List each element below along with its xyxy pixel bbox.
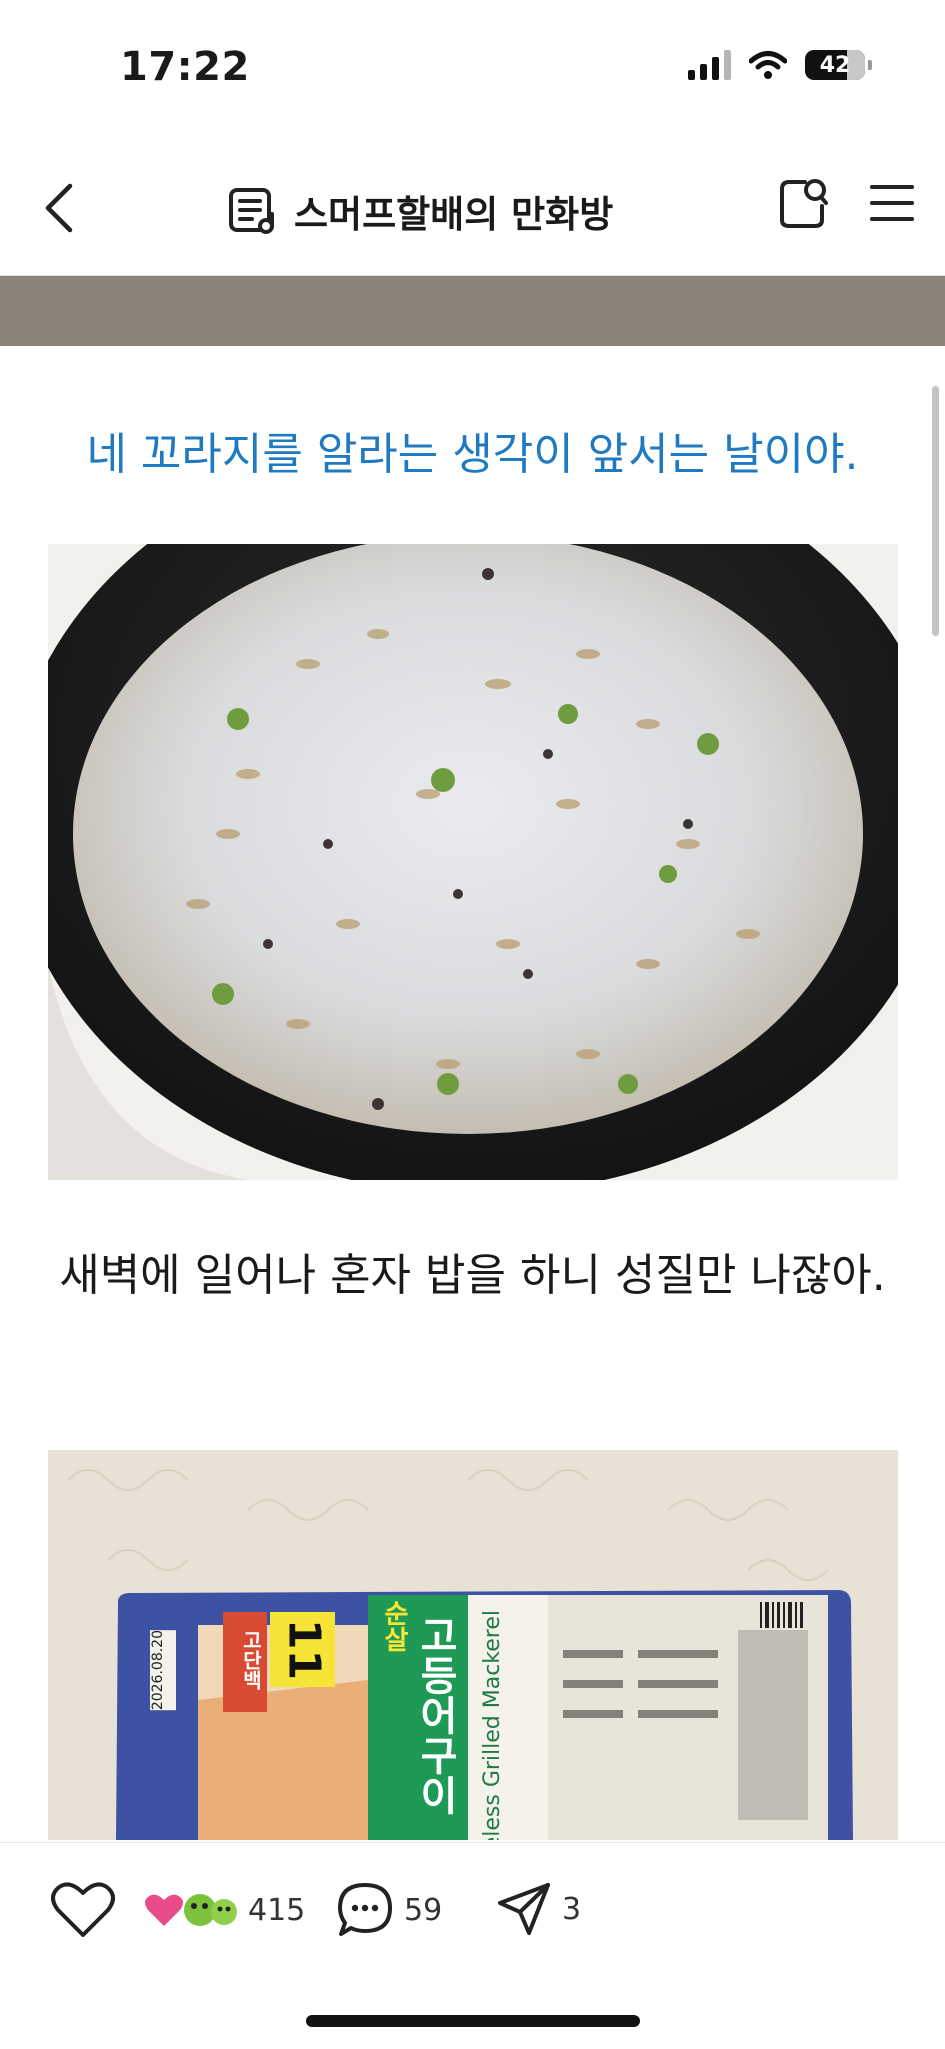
status-icons: 42 [688,50,872,80]
package-english-name: Boneless Grilled Mackerel [480,1610,505,1840]
top-nav-bar: 스머프할배의 만화방 [0,150,945,276]
package-badge-text: 고단백 [239,1630,263,1690]
rice-cooker-illustration [48,544,898,1180]
rice-cooker-photo[interactable] [48,544,898,1180]
like-count: 415 [248,1892,306,1928]
post-text-black: 새벽에 일어나 혼자 밥을 하니 성질만 나잖아. [59,1250,886,1301]
previous-image-strip [0,276,945,346]
reaction-stickers-icon [145,1894,237,1926]
share-count: 3 [562,1891,582,1927]
share-action[interactable]: 3 [496,1881,581,1937]
bottom-action-bar: 415 59 3 [0,1842,945,2049]
search-post-icon[interactable] [777,176,829,230]
blog-title-label: 스머프할배의 만화방 [294,193,614,236]
nav-actions [777,176,915,230]
comment-action[interactable]: 59 [336,1881,442,1939]
share-send-icon[interactable] [496,1881,552,1937]
home-indicator[interactable] [306,2015,640,2027]
package-protein-grams: 11 [278,1618,330,1681]
battery-icon: 42 [805,50,872,80]
cellular-signal-icon [688,50,731,80]
wifi-icon [749,51,787,79]
package-product-name: 고등어구이 [412,1615,458,1815]
status-bar: 17:22 42 [0,0,945,140]
like-action[interactable]: 415 [50,1881,305,1939]
mackerel-package-photo[interactable]: 고단백 11 순살 고등어구이 Boneless Grilled Mackere… [48,1450,898,1840]
package-date: 2026.08.20 [150,1630,176,1711]
heart-icon[interactable] [50,1881,116,1939]
blog-title[interactable]: 스머프할배의 만화방 [228,184,613,238]
back-arrow-icon[interactable] [36,178,86,238]
comment-icon[interactable] [336,1881,394,1939]
status-time: 17:22 [120,44,250,90]
menu-icon[interactable] [869,181,915,225]
blog-list-icon [229,188,274,234]
battery-level: 42 [819,52,851,78]
post-text-blue: 네 꼬라지를 알라는 생각이 앞서는 날이야. [86,429,859,480]
comment-count: 59 [404,1892,443,1928]
